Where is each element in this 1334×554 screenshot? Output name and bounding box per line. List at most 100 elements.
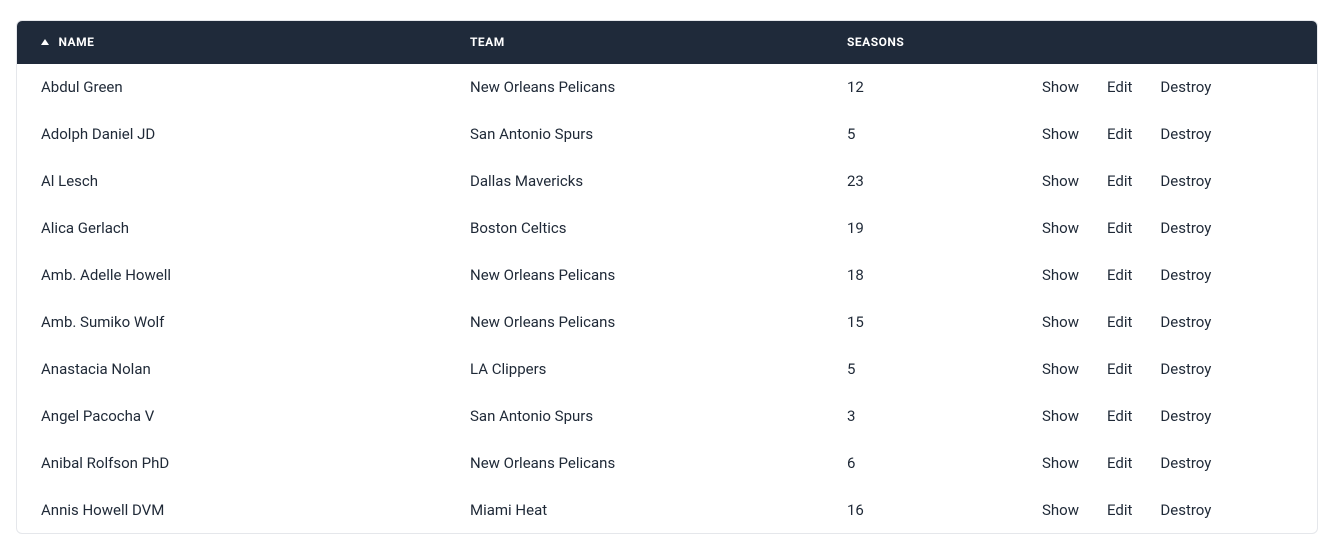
destroy-link[interactable]: Destroy [1160,407,1211,425]
edit-link[interactable]: Edit [1107,407,1132,425]
table-row: Al LeschDallas Mavericks23 Show Edit Destro… [17,158,1317,205]
cell-seasons: 6 [823,440,1018,487]
table-row: Alica GerlachBoston Celtics19 Show Edit Des… [17,205,1317,252]
cell-seasons: 19 [823,205,1018,252]
edit-link[interactable]: Edit [1107,266,1132,284]
destroy-link[interactable]: Destroy [1160,266,1211,284]
table-header: NAME TEAM SEASONS [17,21,1317,64]
edit-link[interactable]: Edit [1107,501,1132,519]
cell-name: Abdul Green [17,64,446,111]
cell-name: Anastacia Nolan [17,346,446,393]
players-table-container: NAME TEAM SEASONS Abdul GreenNew Orleans… [16,20,1318,534]
column-header-seasons-label: SEASONS [847,35,904,49]
sort-asc-icon [41,39,49,45]
row-actions: Show Edit Destroy [1042,219,1293,237]
cell-actions: Show Edit Destroy [1018,487,1317,534]
cell-actions: Show Edit Destroy [1018,346,1317,393]
show-link[interactable]: Show [1042,266,1079,284]
table-row: Anibal Rolfson PhDNew Orleans Pelicans6 S… [17,440,1317,487]
cell-team: Dallas Mavericks [446,158,823,205]
row-actions: Show Edit Destroy [1042,172,1293,190]
table-row: Annis Howell DVMMiami Heat16 Show Edit Dest… [17,487,1317,534]
table-row: Abdul GreenNew Orleans Pelicans12 Show Edi… [17,64,1317,111]
destroy-link[interactable]: Destroy [1160,454,1211,472]
show-link[interactable]: Show [1042,360,1079,378]
show-link[interactable]: Show [1042,501,1079,519]
destroy-link[interactable]: Destroy [1160,501,1211,519]
destroy-link[interactable]: Destroy [1160,125,1211,143]
table-body: Abdul GreenNew Orleans Pelicans12ShowEdi… [17,64,1317,534]
cell-name: Annis Howell DVM [17,487,446,534]
table-row: Anastacia NolanLA Clippers5 Show Edit Destr… [17,346,1317,393]
cell-actions: Show Edit Destroy [1018,299,1317,346]
table-row: Angel Pacocha VSan Antonio Spurs3 Show Edi… [17,393,1317,440]
table-row: Adolph Daniel JDSan Antonio Spurs5 Show Ed… [17,111,1317,158]
cell-team: New Orleans Pelicans [446,299,823,346]
cell-team: Miami Heat [446,487,823,534]
destroy-link[interactable]: Destroy [1160,172,1211,190]
cell-team: San Antonio Spurs [446,393,823,440]
edit-link[interactable]: Edit [1107,172,1132,190]
cell-seasons: 16 [823,487,1018,534]
column-header-team[interactable]: TEAM [446,21,823,64]
cell-name: Alica Gerlach [17,205,446,252]
show-link[interactable]: Show [1042,219,1079,237]
cell-name: Angel Pacocha V [17,393,446,440]
row-actions: Show Edit Destroy [1042,360,1293,378]
cell-name: Anibal Rolfson PhD [17,440,446,487]
column-header-name-label: NAME [58,35,94,49]
cell-team: New Orleans Pelicans [446,440,823,487]
cell-seasons: 12 [823,64,1018,111]
cell-team: San Antonio Spurs [446,111,823,158]
cell-actions: Show Edit Destroy [1018,440,1317,487]
cell-seasons: 15 [823,299,1018,346]
column-header-team-label: TEAM [470,35,505,49]
show-link[interactable]: Show [1042,313,1079,331]
cell-team: Boston Celtics [446,205,823,252]
cell-seasons: 5 [823,346,1018,393]
cell-team: New Orleans Pelicans [446,64,823,111]
cell-name: Al Lesch [17,158,446,205]
edit-link[interactable]: Edit [1107,125,1132,143]
cell-name: Adolph Daniel JD [17,111,446,158]
cell-seasons: 5 [823,111,1018,158]
column-header-seasons[interactable]: SEASONS [823,21,1018,64]
show-link[interactable]: Show [1042,172,1079,190]
edit-link[interactable]: Edit [1107,78,1132,96]
table-row: Amb. Adelle HowellNew Orleans Pelicans18… [17,252,1317,299]
row-actions: Show Edit Destroy [1042,454,1293,472]
cell-name: Amb. Adelle Howell [17,252,446,299]
edit-link[interactable]: Edit [1107,313,1132,331]
show-link[interactable]: Show [1042,454,1079,472]
destroy-link[interactable]: Destroy [1160,313,1211,331]
edit-link[interactable]: Edit [1107,360,1132,378]
show-link[interactable]: Show [1042,78,1079,96]
cell-actions: Show Edit Destroy [1018,64,1317,111]
show-link[interactable]: Show [1042,125,1079,143]
cell-team: LA Clippers [446,346,823,393]
cell-actions: Show Edit Destroy [1018,252,1317,299]
destroy-link[interactable]: Destroy [1160,219,1211,237]
edit-link[interactable]: Edit [1107,219,1132,237]
row-actions: Show Edit Destroy [1042,313,1293,331]
destroy-link[interactable]: Destroy [1160,78,1211,96]
cell-seasons: 23 [823,158,1018,205]
row-actions: Show Edit Destroy [1042,266,1293,284]
column-header-actions [1018,21,1317,64]
cell-seasons: 18 [823,252,1018,299]
table-row: Amb. Sumiko WolfNew Orleans Pelicans15 Sh… [17,299,1317,346]
edit-link[interactable]: Edit [1107,454,1132,472]
destroy-link[interactable]: Destroy [1160,360,1211,378]
cell-actions: Show Edit Destroy [1018,158,1317,205]
show-link[interactable]: Show [1042,407,1079,425]
cell-actions: Show Edit Destroy [1018,111,1317,158]
players-table: NAME TEAM SEASONS Abdul GreenNew Orleans… [17,21,1317,533]
column-header-name[interactable]: NAME [17,21,446,64]
row-actions: Show Edit Destroy [1042,501,1293,519]
row-actions: Show Edit Destroy [1042,125,1293,143]
cell-actions: Show Edit Destroy [1018,393,1317,440]
cell-seasons: 3 [823,393,1018,440]
cell-name: Amb. Sumiko Wolf [17,299,446,346]
cell-team: New Orleans Pelicans [446,252,823,299]
row-actions: Show Edit Destroy [1042,78,1293,96]
